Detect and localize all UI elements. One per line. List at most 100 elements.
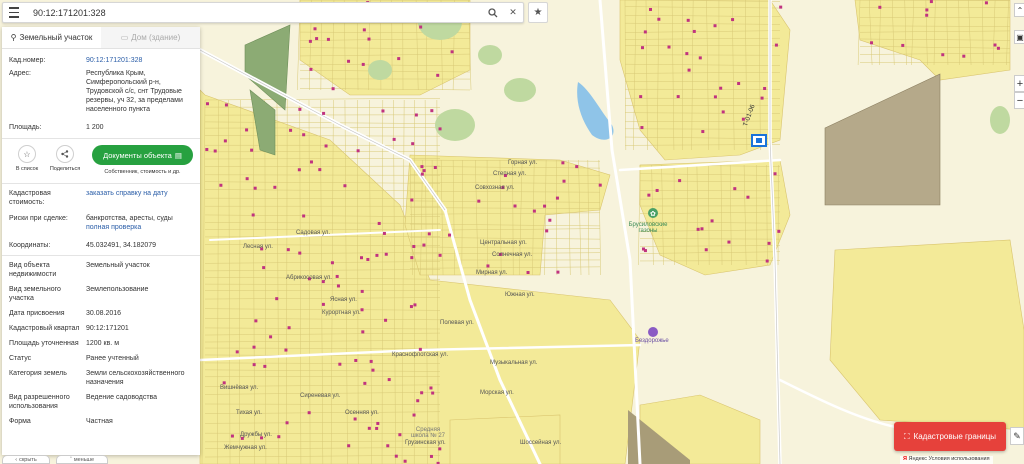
search-bar: ✕	[2, 2, 524, 23]
pin-icon: ⚲	[10, 33, 17, 42]
map-label-polevaya: Полевая ул.	[440, 320, 474, 326]
layers-icon[interactable]: ▣	[1014, 30, 1024, 44]
ruler-icon[interactable]: ✎	[1010, 427, 1024, 445]
map-label-krasnoflotskaya: Краснофлотская ул.	[392, 352, 449, 358]
field-address: Адрес: Республика Крым, Симферопольский …	[9, 70, 183, 113]
map-label-brusilovskie: Брусиловские газоны	[628, 222, 668, 234]
map-label-kurortnaya: Курортная ул.	[322, 310, 361, 316]
map-label-lesnaya: Лесная ул.	[243, 244, 273, 250]
search-icon[interactable]	[483, 3, 503, 22]
map-label-tsentralnaya: Центральная ул.	[480, 240, 527, 246]
detail-value: Частная	[86, 418, 113, 425]
star-outline-icon: ☆	[18, 145, 36, 163]
documents-block: Документы объекта ▤ Собственник, стоимос…	[92, 145, 193, 175]
menu-button[interactable]	[3, 3, 25, 22]
zoom-in-icon[interactable]: +	[1014, 75, 1024, 92]
detail-value: Земельный участок	[86, 262, 150, 269]
detail-key: Дата присвоения	[9, 310, 65, 317]
share-button[interactable]: Поделиться	[46, 145, 84, 172]
map-label-vishnevaya: Вишнёвая ул.	[220, 385, 259, 391]
detail-row: Площадь уточненная 1200 кв. м	[2, 339, 200, 348]
detail-row: Категория земель Земли сельскохозяйственн…	[2, 369, 200, 387]
cadastral-borders-button[interactable]: ⛶ Кадастровые границы	[894, 422, 1006, 451]
info-panel: ⚲ Земельный участок ▭ Дом (здание) Кад.н…	[2, 27, 200, 455]
panel-tabs: ⚲ Земельный участок ▭ Дом (здание)	[2, 27, 200, 49]
field-coordinates: Координаты: 45.032491, 34.182079	[9, 242, 157, 249]
detail-row: Кадастровый квартал 90:12:171201	[2, 324, 200, 333]
map-label-sirenevaya: Сиреневая ул.	[300, 393, 341, 399]
tab-house[interactable]: ▭ Дом (здание)	[101, 27, 200, 48]
expand-icon[interactable]: ⌃	[1014, 3, 1024, 17]
hide-button[interactable]: ‹ скрыть	[2, 455, 50, 464]
border-icon: ⛶	[903, 431, 910, 441]
map-label-druzhba: Дружбы ул.	[240, 432, 272, 438]
building-icon: ▭	[120, 33, 129, 42]
detail-key: Вид объекта недвижимости	[9, 262, 57, 278]
detail-value: 30.08.2016	[86, 310, 122, 317]
detail-row: Вид земельного участка Землепользование	[2, 285, 200, 303]
detail-key: Статус	[9, 355, 32, 362]
field-area: Площадь: 1 200	[9, 124, 104, 131]
tab-label: Земельный участок	[19, 33, 93, 42]
document-icon: ▤	[174, 150, 182, 160]
detail-key: Форма	[9, 418, 31, 425]
map-label-muzykalnaya: Музыкальная ул.	[490, 360, 538, 366]
tab-label: Дом (здание)	[131, 33, 181, 42]
map-label-mirnaya: Мирная ул.	[476, 270, 508, 276]
save-to-list-button[interactable]: ☆ В список	[8, 145, 46, 172]
detail-key: Площадь уточненная	[9, 340, 79, 347]
svg-text:✿: ✿	[650, 210, 656, 218]
favorite-star-icon[interactable]: ★	[528, 2, 548, 23]
yandex-logo: Я	[903, 456, 907, 462]
detail-key: Вид земельного участка	[9, 286, 61, 302]
order-cost-link[interactable]: заказать справку на дату	[86, 189, 193, 207]
full-check-link[interactable]: полная проверка	[86, 223, 193, 232]
map-label-solnechnaya: Солнечная ул.	[492, 252, 533, 258]
field-cadastral-cost: Кадастровая стоимость: заказать справку …	[2, 189, 200, 207]
chevron-up-icon: ˆ	[69, 456, 72, 463]
map-label-osennyaya: Осенняя ул.	[345, 410, 379, 416]
detail-row: Дата присвоения 30.08.2016	[2, 309, 200, 318]
map-label-gruzinskaya: Грузинская ул.	[405, 440, 446, 446]
map-attribution: Я Яндекс Условия использования	[900, 456, 993, 464]
detail-value: Ведение садоводства	[86, 394, 158, 401]
detail-row: Вид разрешенного использования Ведение са…	[2, 393, 200, 411]
detail-row: Вид объекта недвижимости Земельный участо…	[2, 261, 200, 279]
map-label-sadovaya: Садовая ул.	[296, 230, 330, 236]
documents-button[interactable]: Документы объекта ▤	[92, 145, 193, 165]
map-label-zhemchuzhnaya: Жемчужная ул.	[224, 445, 267, 451]
map-label-sovkhoz: Совхозная ул.	[475, 185, 515, 191]
share-icon	[56, 145, 74, 163]
details-list: Вид объекта недвижимости Земельный участо…	[2, 261, 200, 426]
field-risks: Риски при сделке: банкротства, аресты, с…	[2, 214, 200, 232]
map-label-morskaya: Морская ул.	[480, 390, 514, 396]
map-label-tikhaya: Тихая ул.	[236, 410, 262, 416]
search-input[interactable]	[25, 3, 483, 22]
chevron-left-icon: ‹	[15, 456, 18, 463]
detail-value: 1200 кв. м	[86, 340, 120, 347]
map-label-yasnaya: Ясная ул.	[330, 297, 357, 303]
clear-icon[interactable]: ✕	[503, 3, 523, 22]
field-cadastral-number: Кад.номер: 90:12:171201:328	[9, 57, 143, 64]
map-label-shosseinaya: Шоссейная ул.	[520, 440, 562, 446]
hamburger-icon	[9, 6, 19, 20]
less-button[interactable]: ˆ меньше	[56, 455, 108, 464]
map-label-stepnaya: Степная ул.	[493, 171, 527, 177]
detail-row: Форма Частная	[2, 417, 200, 426]
map-label-gornaya: Горная ул.	[508, 160, 538, 166]
map-label-yuzhnaya: Южная ул.	[505, 292, 535, 298]
detail-key: Категория земель	[9, 370, 67, 377]
map-label-school: Средняя школа № 27	[411, 427, 445, 439]
detail-value: Землепользование	[86, 286, 149, 293]
action-bar: ☆ В список Поделиться Документы объекта …	[2, 139, 200, 177]
map-label-bezdorozhie: Бездорожье	[635, 338, 669, 344]
tab-land-plot[interactable]: ⚲ Земельный участок	[2, 27, 101, 48]
detail-value: Ранее учтенный	[86, 355, 139, 362]
zoom-out-icon[interactable]: −	[1014, 92, 1024, 109]
detail-row: Статус Ранее учтенный	[2, 354, 200, 363]
detail-key: Вид разрешенного использования	[9, 394, 70, 410]
map-label-abrikosovaya: Абрикосовая ул.	[286, 275, 332, 281]
detail-value: Земли сельскохозяйственного назначения	[86, 370, 185, 386]
detail-value: 90:12:171201	[86, 325, 129, 332]
detail-key: Кадастровый квартал	[9, 325, 80, 332]
